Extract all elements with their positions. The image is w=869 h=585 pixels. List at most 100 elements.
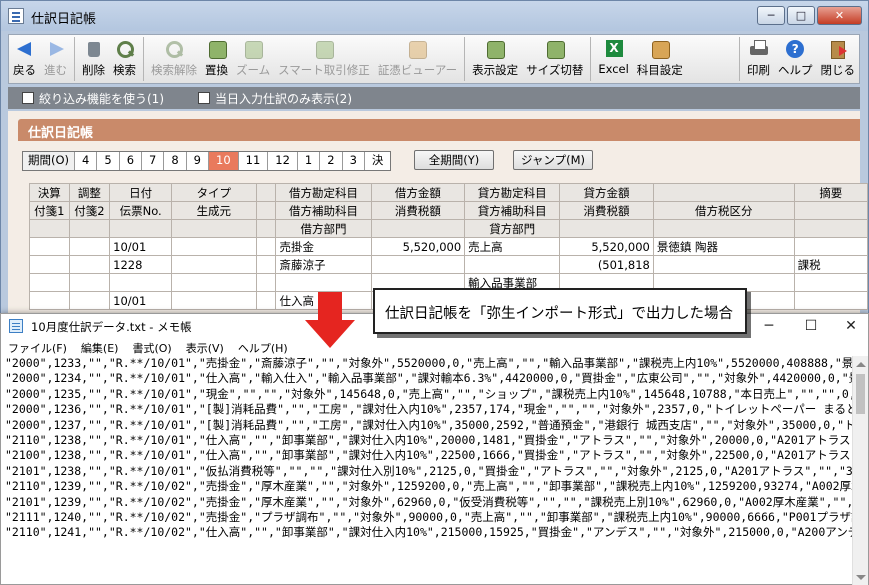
table-cell[interactable]: 10/01 (109, 237, 173, 256)
table-cell[interactable]: 課税 (793, 255, 869, 274)
table-cell[interactable] (171, 273, 257, 292)
jump-button[interactable]: ジャンプ(M) (513, 150, 593, 170)
table-cell[interactable]: 5,520,000 (370, 237, 466, 256)
table-cell[interactable] (68, 273, 111, 292)
table-cell[interactable]: 斎藤涼子 (275, 255, 372, 274)
notepad-vertical-scrollbar[interactable] (852, 356, 868, 585)
exit-icon (828, 39, 848, 59)
toolbar-viewer-button[interactable]: 証憑ビューアー (374, 35, 461, 83)
today-only-option[interactable]: 当日入力仕訳のみ表示(2) (198, 90, 352, 107)
period-month-10[interactable]: 10 (209, 152, 239, 170)
table-cell[interactable] (171, 237, 257, 256)
help-icon (785, 39, 805, 59)
table-cell[interactable] (370, 255, 466, 274)
today-only-checkbox[interactable] (198, 92, 210, 104)
toolbar-print-button[interactable]: 印刷 (743, 35, 774, 83)
table-cell[interactable]: 売上高 (464, 237, 561, 256)
table-cell[interactable] (793, 273, 869, 292)
toolbar-smart-edit-button[interactable]: スマート取引修正 (274, 35, 374, 83)
period-month-5[interactable]: 5 (97, 152, 120, 170)
table-cell: 貸方部門 (464, 219, 561, 238)
table-cell[interactable] (255, 273, 277, 292)
table-cell[interactable] (275, 273, 372, 292)
table-cell[interactable] (464, 255, 561, 274)
filter-option[interactable]: 絞り込み機能を使う(1) (22, 90, 164, 107)
notepad-text-line: "2110",1238,"","R.**/10/01","仕入高","","卸事… (5, 433, 851, 448)
table-cell[interactable]: 10/01 (109, 291, 173, 310)
period-month-7[interactable]: 7 (142, 152, 165, 170)
table-row[interactable]: 10/01 売掛金 5,520,000 売上高 5,520,000 景徳鎮 陶器 (29, 237, 869, 256)
table-cell[interactable] (109, 273, 173, 292)
table-cell[interactable] (29, 237, 70, 256)
period-month-8[interactable]: 8 (164, 152, 187, 170)
trash-icon (84, 39, 104, 59)
scroll-up-icon[interactable] (856, 362, 866, 367)
period-month-11[interactable]: 11 (239, 152, 269, 170)
toolbar-help-button[interactable]: ヘルプ (774, 35, 817, 83)
toolbar-exit-button[interactable]: 閉じる (817, 35, 860, 83)
table-cell[interactable] (171, 255, 257, 274)
period-month-12[interactable]: 12 (268, 152, 298, 170)
table-cell[interactable] (255, 255, 277, 274)
table-cell[interactable]: 景徳鎮 陶器 (652, 237, 795, 256)
table-cell[interactable] (171, 291, 257, 310)
table-cell[interactable]: (501,818 (559, 255, 654, 274)
period-month-決[interactable]: 決 (365, 152, 391, 170)
table-cell[interactable] (68, 255, 111, 274)
period-month-9[interactable]: 9 (187, 152, 209, 170)
title-bar[interactable]: 仕訳日記帳 ─ □ ✕ (1, 1, 868, 31)
period-month-3[interactable]: 3 (343, 152, 365, 170)
toolbar-excel-button[interactable]: Excel (594, 35, 632, 83)
notepad-close-button[interactable]: ✕ (837, 316, 865, 336)
notepad-minimize-button[interactable]: ─ (755, 316, 783, 336)
scroll-down-icon[interactable] (856, 575, 866, 580)
toolbar-search-clear-button[interactable]: 検索解除 (147, 35, 201, 83)
table-cell[interactable] (652, 255, 795, 274)
period-month-1[interactable]: 1 (298, 152, 321, 170)
toolbar-display-settings-button[interactable]: 表示設定 (468, 35, 522, 83)
table-cell[interactable] (793, 237, 869, 256)
table-row[interactable]: 1228 斎藤涼子 (501,818 課税 (29, 255, 869, 274)
notepad-menu-item[interactable]: 編集(E) (74, 338, 126, 356)
table-cell[interactable]: 1228 (109, 255, 173, 274)
toolbar-trash-button[interactable]: 削除 (78, 35, 109, 83)
scroll-thumb[interactable] (856, 374, 865, 414)
period-month-4[interactable]: 4 (75, 152, 98, 170)
table-cell[interactable] (255, 237, 277, 256)
table-cell[interactable] (29, 273, 70, 292)
toolbar-search-button[interactable]: 検索 (109, 35, 140, 83)
period-month-2[interactable]: 2 (320, 152, 343, 170)
notepad-maximize-button[interactable]: ☐ (797, 316, 825, 336)
period-month-6[interactable]: 6 (120, 152, 143, 170)
toolbar-size-toggle-button[interactable]: サイズ切替 (522, 35, 587, 83)
close-button[interactable]: ✕ (817, 6, 862, 25)
toolbar-account-settings-button[interactable]: 科目設定 (633, 35, 687, 83)
notepad-menu-item[interactable]: ヘルプ(H) (231, 338, 295, 356)
table-cell[interactable] (29, 255, 70, 274)
table-cell (171, 219, 257, 238)
toolbar-forward-arrow-button[interactable]: 進む (40, 35, 71, 83)
toolbar-replace-button[interactable]: 置換 (201, 35, 232, 83)
notepad-text-area[interactable]: "2000",1233,"","R.**/10/01","売掛金","斎藤涼子"… (5, 356, 853, 585)
table-cell[interactable] (255, 291, 277, 310)
table-cell[interactable] (68, 291, 111, 310)
table-cell[interactable] (29, 291, 70, 310)
toolbar-back-arrow-button[interactable]: 戻る (9, 35, 40, 83)
notepad-menu-item[interactable]: 表示(V) (179, 338, 231, 356)
search-icon (115, 39, 135, 59)
filter-checkbox[interactable] (22, 92, 34, 104)
toolbar-button-label: 表示設定 (472, 63, 519, 77)
maximize-button[interactable]: □ (787, 6, 815, 25)
table-cell[interactable]: 売掛金 (275, 237, 372, 256)
table-cell[interactable]: 5,520,000 (559, 237, 654, 256)
minimize-button[interactable]: ─ (757, 6, 785, 25)
search-clear-icon (164, 39, 184, 59)
notepad-menu-item[interactable]: 書式(O) (125, 338, 178, 356)
toolbar-zoom-button[interactable]: ズーム (232, 35, 274, 83)
notepad-menu-item[interactable]: ファイル(F) (1, 338, 74, 356)
all-periods-button[interactable]: 全期間(Y) (414, 150, 494, 170)
table-cell[interactable] (68, 237, 111, 256)
table-cell[interactable] (793, 291, 869, 310)
toolbar-button-label: Excel (598, 62, 629, 76)
notepad-text-line: "2000",1236,"","R.**/10/01","[製]消耗品費",""… (5, 402, 853, 417)
